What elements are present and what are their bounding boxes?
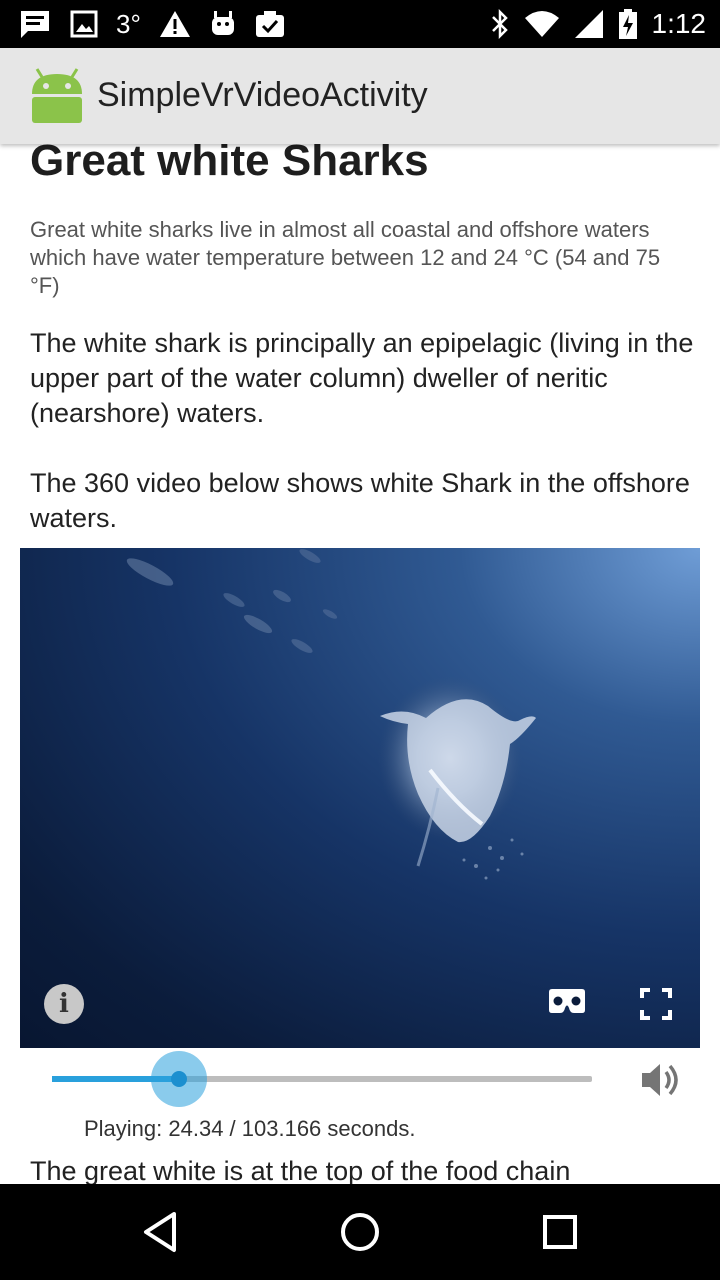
cardboard-vr-icon bbox=[549, 989, 585, 1013]
recents-button[interactable] bbox=[540, 1208, 580, 1261]
status-bar-left: 3° bbox=[18, 0, 303, 48]
cardboard-vr-button[interactable] bbox=[548, 988, 586, 1019]
info-icon: i bbox=[59, 989, 69, 1019]
app-bar: SimpleVrVideoActivity bbox=[0, 48, 720, 144]
temperature-text: 3° bbox=[116, 8, 141, 39]
warning-icon bbox=[159, 10, 191, 38]
status-bar-right: 1:12 bbox=[476, 0, 707, 48]
playback-status: Playing: 24.34 / 103.166 seconds. bbox=[84, 1116, 416, 1141]
article-paragraph: The great white is at the top of the foo… bbox=[30, 1156, 571, 1184]
info-button[interactable]: i bbox=[44, 984, 84, 1024]
volume-button[interactable] bbox=[640, 1060, 684, 1105]
article-paragraph: The 360 video below shows white Shark in… bbox=[30, 468, 690, 533]
android-icon bbox=[209, 10, 237, 38]
recents-icon bbox=[543, 1215, 577, 1249]
bluetooth-icon bbox=[490, 9, 510, 39]
seek-bar[interactable] bbox=[52, 1051, 592, 1107]
volume-icon bbox=[642, 1064, 678, 1096]
back-icon bbox=[144, 1212, 176, 1252]
back-button[interactable] bbox=[140, 1208, 180, 1261]
article-paragraph: The white shark is principally an epipel… bbox=[30, 328, 694, 428]
app-title: SimpleVrVideoActivity bbox=[97, 76, 428, 114]
home-icon bbox=[341, 1213, 379, 1251]
cell-signal-icon bbox=[574, 9, 604, 39]
shark-video-frame bbox=[126, 549, 536, 880]
fullscreen-button[interactable] bbox=[640, 988, 672, 1025]
fullscreen-icon bbox=[640, 988, 672, 1020]
image-icon bbox=[70, 10, 98, 38]
android-logo-icon bbox=[28, 68, 86, 124]
message-icon bbox=[18, 8, 52, 40]
article-subtext: Great white sharks live in almost all co… bbox=[30, 217, 661, 298]
battery-charging-icon bbox=[618, 8, 638, 40]
wifi-icon bbox=[524, 10, 560, 38]
vr-video-player[interactable]: i bbox=[20, 548, 700, 1048]
clipboard-check-icon bbox=[255, 10, 285, 38]
article-headline: Great white Sharks bbox=[30, 144, 429, 185]
article-content[interactable]: Great white Sharks Great white sharks li… bbox=[0, 144, 720, 1184]
status-bar: 3° 1:12 bbox=[0, 0, 720, 48]
navigation-bar bbox=[0, 1184, 720, 1280]
home-button[interactable] bbox=[338, 1208, 382, 1261]
clock-text: 1:12 bbox=[651, 8, 707, 39]
